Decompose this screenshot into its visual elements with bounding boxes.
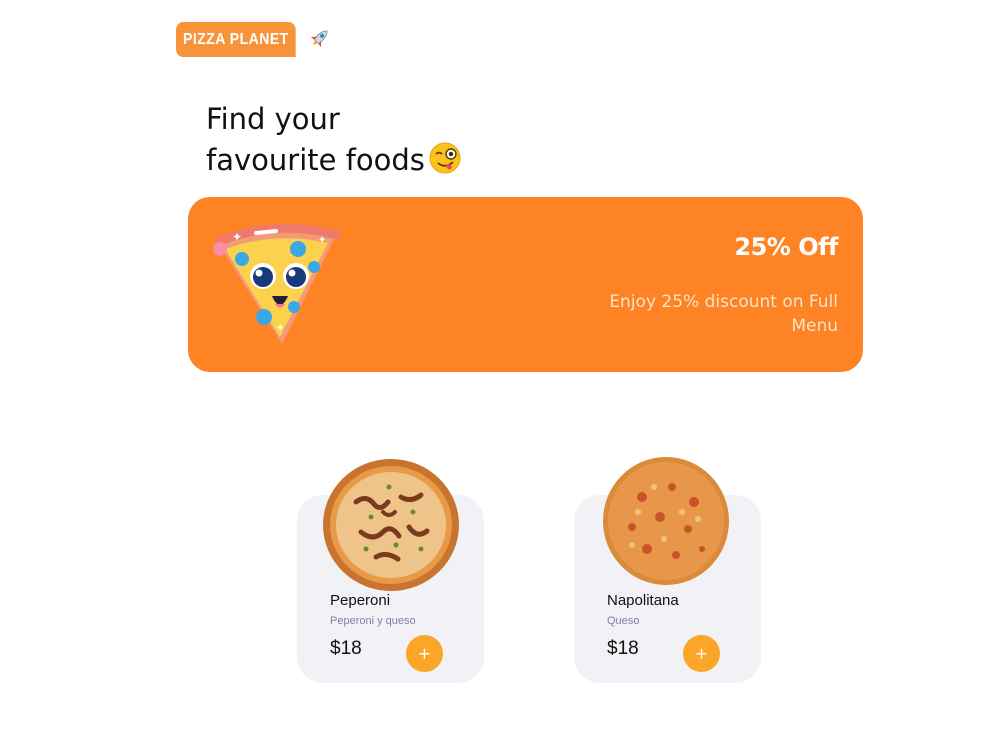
svg-text:✦: ✦ [232,230,242,244]
product-description: Queso [607,615,640,627]
svg-text:✦: ✦ [276,323,284,334]
pizza-slice-mascot-icon: ✦ ✦ ✦ [213,223,340,344]
product-description: Peperoni y queso [330,615,416,627]
promo-title: 25% Off [734,233,838,261]
product-card-napolitana[interactable]: Napolitana Queso $18 + [574,457,761,683]
product-price: $18 [330,638,362,659]
product-name: Napolitana [607,592,679,609]
rocket-icon [308,27,332,52]
product-price: $18 [607,638,639,659]
add-to-cart-button[interactable]: + [683,635,720,672]
title-line-2: favourite foods [206,143,425,177]
product-card-peperoni[interactable]: Peperoni Peperoni y queso $18 + [297,459,484,683]
logo-text: PIZZA PLANET [176,22,296,57]
page-title: Find your favourite foods [206,99,461,185]
discount-banner[interactable]: ✦ ✦ ✦ 25% Off Enjoy 25% discount on Full… [188,197,863,372]
product-name: Peperoni [330,592,391,609]
svg-text:✦: ✦ [318,235,326,246]
brand-logo[interactable]: PIZZA PLANET [176,22,332,57]
add-to-cart-button[interactable]: + [406,635,443,672]
title-line-1: Find your [206,102,340,136]
pepperoni-pizza-image [323,459,459,591]
promo-description: Enjoy 25% discount on Full Menu [609,292,838,336]
winking-face-with-tongue-icon [429,142,461,185]
napolitana-pizza-image [603,457,729,585]
